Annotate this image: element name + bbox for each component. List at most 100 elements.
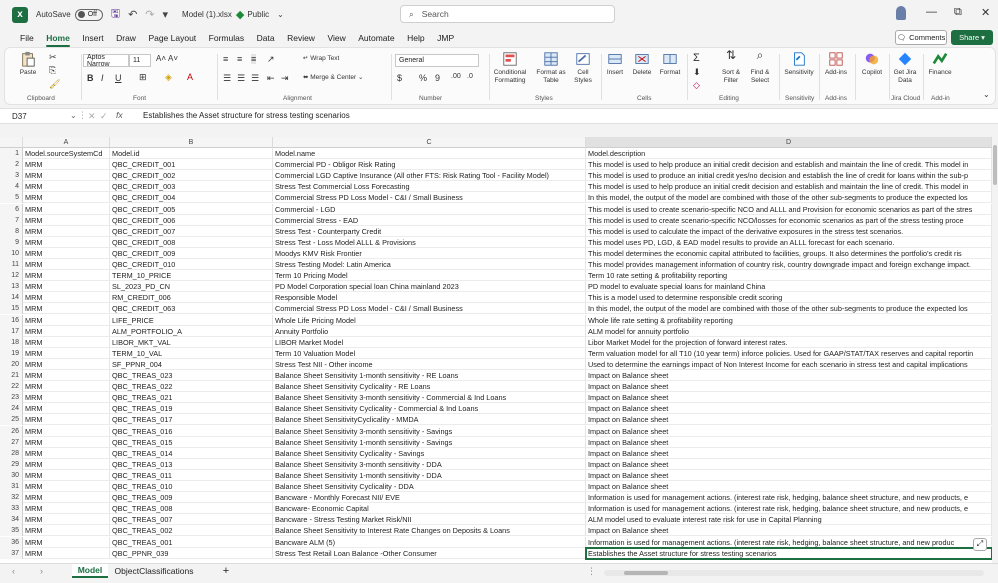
wrap-text-button[interactable]: ↵ Wrap Text — [303, 55, 339, 63]
more-icon[interactable]: ⋮ — [587, 566, 596, 577]
cell-a[interactable]: MRM — [23, 325, 110, 337]
cell-a[interactable]: MRM — [23, 414, 110, 426]
cell-a[interactable]: MRM — [23, 192, 110, 204]
align-right-icon[interactable]: ☰ — [251, 73, 259, 84]
cell-b[interactable]: QBC_TREAS_011 — [110, 469, 273, 481]
cell-c[interactable]: Balance Sheet Sensitivity 3-month sensit… — [273, 425, 586, 437]
align-bottom-icon[interactable]: ≡ — [251, 54, 257, 64]
cell-a[interactable]: MRM — [23, 514, 110, 526]
avatar[interactable] — [896, 6, 906, 20]
cell-a[interactable]: MRM — [23, 458, 110, 470]
horizontal-scrollbar[interactable] — [604, 570, 984, 576]
cell-b[interactable]: QBC_TREAS_015 — [110, 436, 273, 448]
cell-d[interactable]: PD model to evaluate special loans for m… — [586, 281, 992, 293]
cell-b[interactable]: QBC_TREAS_016 — [110, 425, 273, 437]
cell-d[interactable]: Impact on Balance sheet — [586, 370, 992, 382]
row-number[interactable]: 37 — [0, 547, 23, 559]
cell-b[interactable]: QBC_TREAS_013 — [110, 458, 273, 470]
column-header-b[interactable]: B — [110, 137, 273, 148]
cell-c[interactable]: Commercial PD - Obligor Risk Rating — [273, 159, 586, 171]
cell-a[interactable]: MRM — [23, 381, 110, 393]
cell-d[interactable]: Used to determine the earnings impact of… — [586, 358, 992, 370]
tab-formulas[interactable]: Formulas — [209, 33, 244, 43]
cell-b[interactable]: SL_2023_PD_CN — [110, 281, 273, 293]
enter-icon[interactable]: ✓ — [100, 111, 108, 122]
cell-c[interactable]: Commercial - LGD — [273, 203, 586, 215]
cell-a[interactable]: MRM — [23, 259, 110, 271]
vertical-scrollbar[interactable] — [992, 137, 998, 563]
tab-jmp[interactable]: JMP — [437, 33, 454, 43]
format-painter-icon[interactable]: 🖌 — [49, 79, 60, 90]
row-number[interactable]: 5 — [0, 192, 23, 204]
cell-c[interactable]: Balance Sheet Sensitivity Cyclicality - … — [273, 447, 586, 459]
cell-b[interactable]: LIFE_PRICE — [110, 314, 273, 326]
cell-b[interactable]: QBC_TREAS_008 — [110, 503, 273, 515]
cell-d[interactable]: Impact on Balance sheet — [586, 436, 992, 448]
row-number[interactable]: 35 — [0, 525, 23, 537]
spreadsheet-grid[interactable]: A B C D 1 Model.sourceSystemCd Model.id Mod… — [0, 137, 992, 563]
row-number[interactable]: 3 — [0, 170, 23, 182]
cell-d[interactable]: Impact on Balance sheet — [586, 525, 992, 537]
row-number[interactable]: 6 — [0, 203, 23, 215]
copy-icon[interactable]: ⎘ — [49, 65, 56, 76]
insert-cells-button[interactable]: Insert — [603, 51, 627, 77]
number-format-select[interactable]: General — [395, 54, 479, 67]
scroll-thumb[interactable] — [624, 571, 668, 575]
close-icon[interactable]: ✕ — [981, 6, 990, 19]
cell-d[interactable]: This model provides management informati… — [586, 259, 992, 271]
conditional-formatting-button[interactable]: Conditional Formatting — [487, 51, 533, 85]
cell-d[interactable]: Term valuation model for all T10 (10 yea… — [586, 347, 992, 359]
cell-b[interactable]: QBC_TREAS_002 — [110, 525, 273, 537]
cell-a[interactable]: MRM — [23, 225, 110, 237]
row-number[interactable]: 12 — [0, 270, 23, 282]
row-number[interactable]: 29 — [0, 458, 23, 470]
cell-b[interactable]: QBC_CREDIT_002 — [110, 170, 273, 182]
cell-d[interactable]: Impact on Balance sheet — [586, 447, 992, 459]
cell-b[interactable]: QBC_CREDIT_009 — [110, 247, 273, 259]
cell-a[interactable]: MRM — [23, 159, 110, 171]
cell-c[interactable]: Whole Life Pricing Model — [273, 314, 586, 326]
row-number[interactable]: 19 — [0, 347, 23, 359]
cell-a[interactable]: MRM — [23, 270, 110, 282]
align-top-icon[interactable]: ≡ — [223, 54, 228, 64]
cell-b[interactable]: QBC_CREDIT_006 — [110, 214, 273, 226]
column-header-c[interactable]: C — [273, 137, 586, 148]
cell-d[interactable]: This model is used to produce an initial… — [586, 170, 992, 182]
column-header-a[interactable]: A — [23, 137, 110, 148]
font-family-select[interactable]: Aptos Narrow — [83, 54, 129, 68]
row-number[interactable]: 30 — [0, 469, 23, 481]
row-number[interactable]: 9 — [0, 236, 23, 248]
cell-a[interactable]: MRM — [23, 281, 110, 293]
row-number[interactable]: 26 — [0, 425, 23, 437]
row-number[interactable]: 31 — [0, 481, 23, 493]
cell-c[interactable]: Term 10 Pricing Model — [273, 270, 586, 282]
row-number[interactable]: 36 — [0, 536, 23, 548]
add-sheet-button[interactable]: + — [218, 564, 234, 578]
tab-file[interactable]: File — [20, 33, 34, 43]
cell-d[interactable]: Impact on Balance sheet — [586, 414, 992, 426]
currency-icon[interactable]: $ — [397, 73, 402, 83]
cell-c[interactable]: Stress Test Retail Loan Balance -Other C… — [273, 547, 586, 559]
insert-function-icon[interactable]: fx — [116, 110, 123, 120]
cell-a[interactable]: MRM — [23, 314, 110, 326]
cell-d[interactable]: Libor Market Model for the projection of… — [586, 336, 992, 348]
cell-a[interactable]: MRM — [23, 481, 110, 493]
cell-a[interactable]: MRM — [23, 203, 110, 215]
cell-d[interactable]: Information is used for management actio… — [586, 536, 992, 548]
cell-d[interactable]: In this model, the output of the model a… — [586, 303, 992, 315]
cell-c[interactable]: Commercial Stress PD Loss Model - C&I / … — [273, 303, 586, 315]
cell-b[interactable]: QBC_TREAS_022 — [110, 381, 273, 393]
sheet-tab-model[interactable]: Model — [72, 564, 108, 578]
cell-b[interactable]: QBC_TREAS_001 — [110, 536, 273, 548]
cell-c[interactable]: Commercial LGD Captive Insurance (All ot… — [273, 170, 586, 182]
cell-c[interactable]: Bancware- Economic Capital — [273, 503, 586, 515]
row-number[interactable]: 4 — [0, 181, 23, 193]
cell-a[interactable]: MRM — [23, 303, 110, 315]
cell-c[interactable]: Annuity Portfolio — [273, 325, 586, 337]
row-number[interactable]: 14 — [0, 292, 23, 304]
cell-d[interactable]: Term 10 rate setting & profitability rep… — [586, 270, 992, 282]
row-number[interactable]: 34 — [0, 514, 23, 526]
tab-insert[interactable]: Insert — [82, 33, 103, 43]
align-left-icon[interactable]: ☰ — [223, 73, 231, 84]
cell-a[interactable]: MRM — [23, 370, 110, 382]
